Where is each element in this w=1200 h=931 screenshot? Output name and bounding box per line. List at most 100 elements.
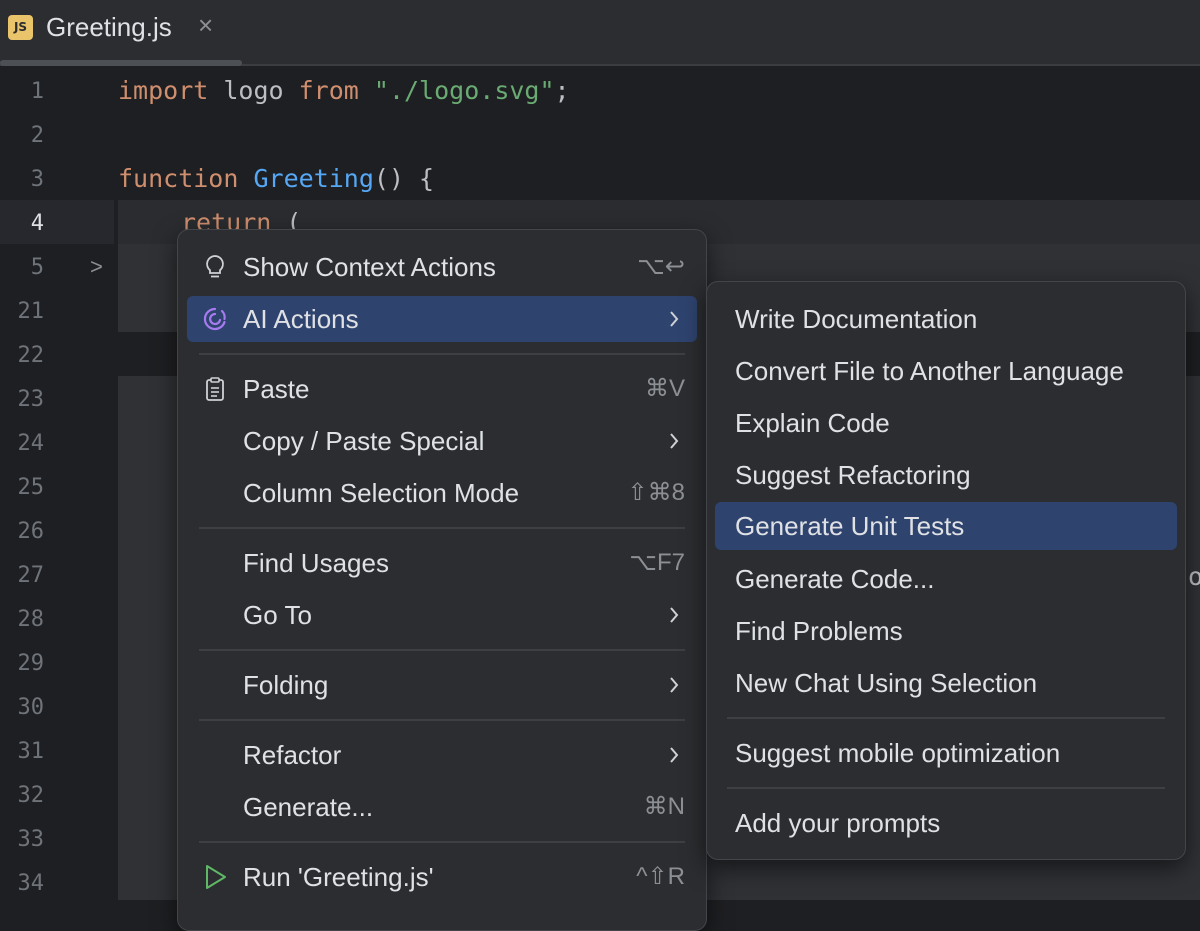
menu-item-label: Paste <box>243 374 310 405</box>
js-file-icon: JS <box>8 15 33 40</box>
bulb-icon <box>201 253 229 281</box>
string-literal: "./logo.svg" <box>374 76 555 105</box>
submenu-item-explain-code[interactable]: Explain Code <box>715 400 1177 446</box>
menu-item-label: AI Actions <box>243 304 359 335</box>
submenu-item-label: Write Documentation <box>735 304 977 335</box>
line-number: 28 <box>0 607 44 632</box>
submenu-item-label: Generate Code... <box>735 564 934 595</box>
menu-item-folding[interactable]: Folding <box>187 662 697 708</box>
menu-item-label: Folding <box>243 670 328 701</box>
menu-item-label: Refactor <box>243 740 341 771</box>
menu-item-show-context-actions[interactable]: Show Context Actions ⌥↩ <box>187 244 697 290</box>
line-number: 2 <box>0 123 44 148</box>
submenu-separator <box>727 717 1165 719</box>
line-number: 5 <box>0 255 44 280</box>
menu-item-shortcut: ⌘V <box>645 374 685 403</box>
menu-separator <box>199 719 685 721</box>
menu-item-label: Copy / Paste Special <box>243 426 484 457</box>
keyword: function <box>118 164 238 193</box>
menu-separator <box>199 527 685 529</box>
code-text: () { <box>374 164 434 193</box>
menu-item-paste[interactable]: Paste ⌘V <box>187 366 697 412</box>
submenu-item-write-documentation[interactable]: Write Documentation <box>715 296 1177 342</box>
line-number: 33 <box>0 827 44 852</box>
line-number: 34 <box>0 871 44 896</box>
code-line-1: import logo from "./logo.svg"; <box>118 76 570 105</box>
line-number-current: 4 <box>0 211 44 236</box>
ai-assistant-icon <box>201 305 229 333</box>
submenu-item-generate-unit-tests[interactable]: Generate Unit Tests <box>715 502 1177 550</box>
menu-item-generate[interactable]: Generate... ⌘N <box>187 784 697 830</box>
submenu-separator <box>727 787 1165 789</box>
line-number: 32 <box>0 783 44 808</box>
keyword: from <box>299 76 359 105</box>
menu-item-shortcut: ⇧⌘8 <box>628 478 685 507</box>
line-number: 21 <box>0 299 44 324</box>
menu-item-label: Find Usages <box>243 548 389 579</box>
editor-context-menu: Show Context Actions ⌥↩ AI Actions Paste… <box>177 229 707 931</box>
line-number: 29 <box>0 651 44 676</box>
menu-item-ai-actions[interactable]: AI Actions <box>187 296 697 342</box>
menu-item-refactor[interactable]: Refactor <box>187 732 697 778</box>
chevron-right-icon <box>669 676 679 694</box>
menu-item-copy-paste-special[interactable]: Copy / Paste Special <box>187 418 697 464</box>
submenu-item-label: Generate Unit Tests <box>735 511 964 542</box>
submenu-item-suggest-refactoring[interactable]: Suggest Refactoring <box>715 452 1177 498</box>
line-number: 22 <box>0 343 44 368</box>
menu-item-label: Go To <box>243 600 312 631</box>
tab-title: Greeting.js <box>46 12 172 43</box>
chevron-right-icon <box>669 432 679 450</box>
submenu-item-convert-file[interactable]: Convert File to Another Language <box>715 348 1177 394</box>
chevron-right-icon <box>669 606 679 624</box>
submenu-item-generate-code[interactable]: Generate Code... <box>715 556 1177 602</box>
code-text: logo <box>208 76 298 105</box>
menu-item-label: Show Context Actions <box>243 252 496 283</box>
line-number: 23 <box>0 387 44 412</box>
clipped-code-char: o <box>1188 562 1200 591</box>
code-line-3: function Greeting() { <box>118 164 434 193</box>
line-number: 1 <box>0 79 44 104</box>
fold-expand-icon[interactable]: > <box>90 254 103 280</box>
submenu-item-suggest-mobile-optimization[interactable]: Suggest mobile optimization <box>715 730 1177 776</box>
submenu-item-find-problems[interactable]: Find Problems <box>715 608 1177 654</box>
line-number: 27 <box>0 563 44 588</box>
menu-item-run[interactable]: Run 'Greeting.js' ^⇧R <box>187 854 697 900</box>
line-number: 25 <box>0 475 44 500</box>
tab-greeting-js[interactable]: JS Greeting.js × <box>0 0 242 64</box>
chevron-right-icon <box>669 746 679 764</box>
menu-item-label: Column Selection Mode <box>243 478 519 509</box>
line-number: 30 <box>0 695 44 720</box>
menu-separator <box>199 841 685 843</box>
code-text <box>238 164 253 193</box>
menu-separator <box>199 649 685 651</box>
menu-item-column-selection-mode[interactable]: Column Selection Mode ⇧⌘8 <box>187 470 697 516</box>
menu-item-go-to[interactable]: Go To <box>187 592 697 638</box>
menu-item-label: Generate... <box>243 792 373 823</box>
submenu-item-new-chat[interactable]: New Chat Using Selection <box>715 660 1177 706</box>
run-icon <box>201 863 229 891</box>
keyword: import <box>118 76 208 105</box>
line-number: 31 <box>0 739 44 764</box>
submenu-item-label: Add your prompts <box>735 808 940 839</box>
submenu-item-label: Explain Code <box>735 408 890 439</box>
submenu-item-label: Convert File to Another Language <box>735 356 1124 387</box>
menu-item-shortcut: ^⇧R <box>636 862 685 891</box>
editor-tab-bar: JS Greeting.js × <box>0 0 1200 66</box>
menu-item-label: Run 'Greeting.js' <box>243 862 434 893</box>
submenu-item-label: Suggest mobile optimization <box>735 738 1060 769</box>
line-number: 3 <box>0 167 44 192</box>
submenu-item-add-your-prompts[interactable]: Add your prompts <box>715 800 1177 846</box>
menu-item-shortcut: ⌥F7 <box>629 548 685 577</box>
code-text <box>359 76 374 105</box>
line-number: 26 <box>0 519 44 544</box>
submenu-item-label: New Chat Using Selection <box>735 668 1037 699</box>
menu-item-shortcut: ⌘N <box>644 792 685 821</box>
menu-item-find-usages[interactable]: Find Usages ⌥F7 <box>187 540 697 586</box>
submenu-item-label: Find Problems <box>735 616 903 647</box>
submenu-item-label: Suggest Refactoring <box>735 460 971 491</box>
code-text: ; <box>555 76 570 105</box>
ai-actions-submenu: Write Documentation Convert File to Anot… <box>706 281 1186 860</box>
close-icon[interactable]: × <box>198 10 213 41</box>
function-name: Greeting <box>253 164 373 193</box>
menu-separator <box>199 353 685 355</box>
